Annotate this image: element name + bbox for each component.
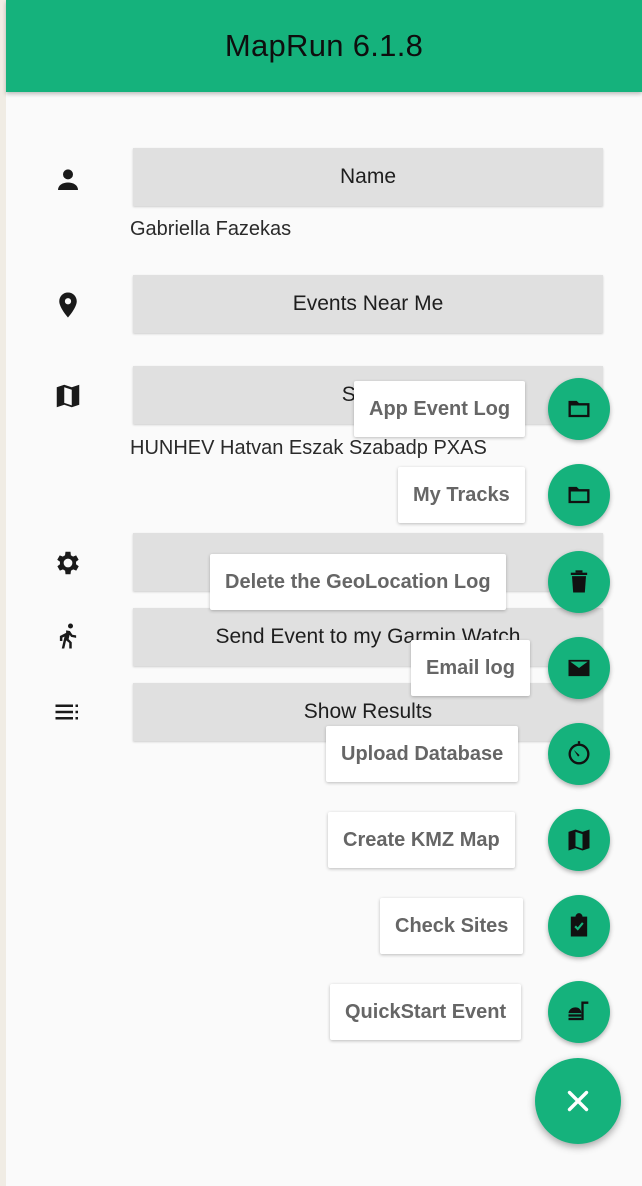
events-near-me-button[interactable]: Events Near Me [133,275,603,333]
delete-geolocation-log-button[interactable] [548,551,610,613]
selected-event-text: HUNHEV Hatvan Eszak Szabadp PXAS [130,437,487,459]
speed-dial-label-upload-database[interactable]: Upload Database [326,726,519,782]
speed-dial-label-email-log[interactable]: Email log [411,640,530,696]
name-button[interactable]: Name [133,148,603,206]
app-event-log-button[interactable] [548,378,610,440]
screen: MapRun 6.1.8 Name Gabriella Fazekas Even… [6,0,642,1186]
create-kmz-map-button[interactable] [548,809,610,871]
mail-icon [568,659,590,677]
quickstart-event-button[interactable] [548,981,610,1043]
gear-icon [50,545,86,581]
speed-dial-label-my-tracks[interactable]: My Tracks [398,467,525,523]
timer-icon [568,741,590,765]
speed-dial-label-quickstart-event[interactable]: QuickStart Event [330,984,522,1040]
folder-icon [568,486,590,504]
speed-dial-label-check-sites[interactable]: Check Sites [380,898,524,954]
speed-dial-label-app-event-log[interactable]: App Event Log [354,381,526,437]
person-icon [50,162,86,198]
clipboard-check-icon [570,913,588,937]
map-icon [50,378,86,414]
speed-dial-label-delete-geolocation-log[interactable]: Delete the GeoLocation Log [210,554,506,610]
close-icon [567,1090,589,1112]
upload-database-button[interactable] [548,723,610,785]
list-icon [50,694,86,730]
location-pin-icon [50,287,86,323]
runner-icon [50,618,86,654]
my-tracks-button[interactable] [548,464,610,526]
email-log-button[interactable] [548,637,610,699]
check-sites-button[interactable] [548,895,610,957]
folder-icon [568,400,590,418]
map-icon [568,829,590,851]
quickstart-icon [568,1001,589,1021]
speed-dial-label-create-kmz-map[interactable]: Create KMZ Map [328,812,515,868]
app-bar: MapRun 6.1.8 [6,0,642,92]
trash-icon [570,570,588,593]
app-title: MapRun 6.1.8 [224,28,424,63]
send-to-garmin-button[interactable]: Send Event to my Garmin Watch [133,608,603,666]
speed-dial-toggle-button[interactable] [535,1058,621,1144]
user-name-text: Gabriella Fazekas [130,218,292,240]
